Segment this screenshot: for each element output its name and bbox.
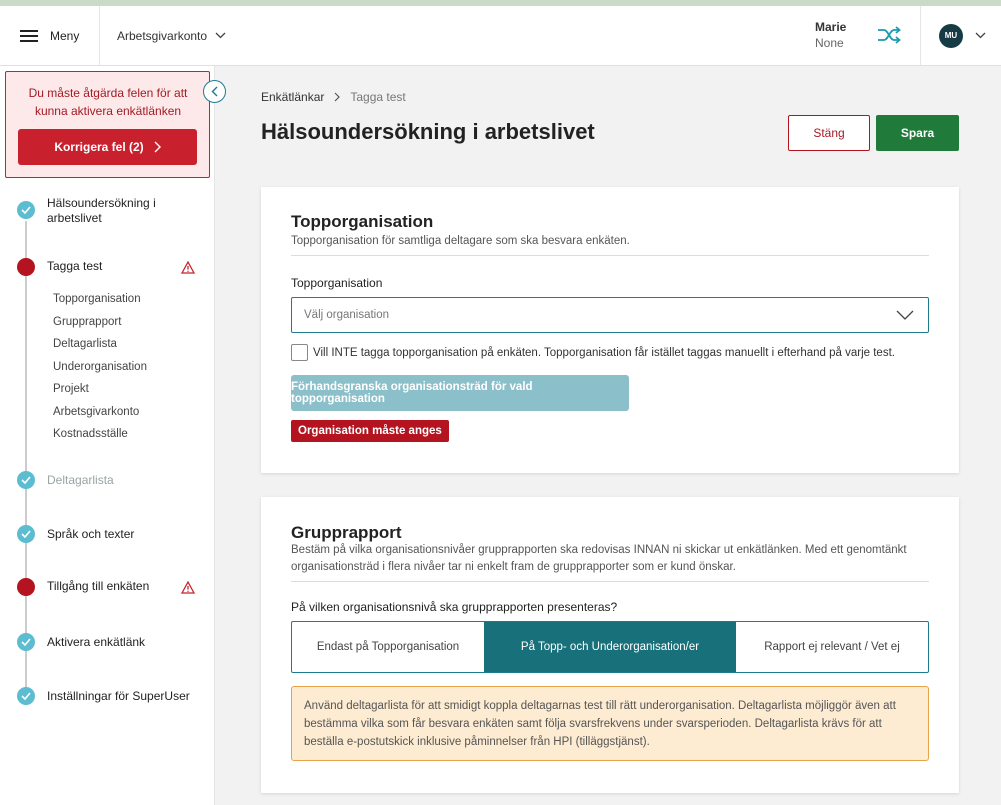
step-tillgang-till-enkaten[interactable]: Tillgång till enkäten: [47, 579, 149, 594]
account-label: Arbetsgivarkonto: [117, 28, 208, 43]
chevron-left-icon: [211, 86, 218, 97]
menu-label: Meny: [50, 28, 80, 43]
substep-kostnadsstalle[interactable]: Kostnadsställe: [53, 428, 128, 440]
save-button[interactable]: Spara: [876, 115, 959, 151]
hamburger-icon: [20, 29, 38, 42]
organisation-select-placeholder: Välj organisation: [304, 309, 390, 321]
deltagarlista-info-box: Använd deltagarlista för att smidigt kop…: [291, 686, 929, 761]
topporganisation-card: Topporganisation Topporganisation för sa…: [261, 187, 959, 473]
skip-topporganisation-row: Vill INTE tagga topporganisation på enkä…: [291, 344, 895, 361]
topporganisation-description: Topporganisation för samtliga deltagare …: [291, 235, 630, 247]
topporganisation-field-label: Topporganisation: [291, 276, 383, 290]
user-name: Marie: [815, 20, 847, 34]
step-error-icon: [17, 258, 35, 276]
warning-icon: [181, 581, 195, 594]
step-done-icon: [17, 471, 35, 489]
chevron-down-icon: [215, 32, 226, 39]
step-done-icon: [17, 633, 35, 651]
close-button[interactable]: Stäng: [788, 115, 870, 151]
step-done-icon: [17, 525, 35, 543]
step-halsoundersokning[interactable]: Hälsoundersökning i arbetslivet: [47, 196, 177, 226]
option-endast-topporganisation[interactable]: Endast på Topporganisation: [292, 622, 484, 672]
grupprapport-title: Grupprapport: [291, 523, 402, 542]
step-installningar-superuser[interactable]: Inställningar för SuperUser: [47, 689, 190, 704]
substep-projekt[interactable]: Projekt: [53, 383, 89, 395]
page-title: Hälsoundersökning i arbetslivet: [261, 119, 595, 144]
skip-topporganisation-checkbox[interactable]: [291, 344, 308, 361]
substep-underorganisation[interactable]: Underorganisation: [53, 361, 147, 373]
step-tagga-test[interactable]: Tagga test: [47, 259, 102, 274]
skip-topporganisation-label: Vill INTE tagga topporganisation på enkä…: [313, 346, 895, 359]
step-deltagarlista: Deltagarlista: [47, 473, 114, 487]
fix-errors-label: Korrigera fel (2): [54, 140, 144, 154]
option-rapport-ej-relevant[interactable]: Rapport ej relevant / Vet ej: [736, 622, 928, 672]
chevron-right-icon: [154, 141, 161, 153]
substep-grupprapport[interactable]: Grupprapport: [53, 316, 121, 328]
user-org: None: [815, 36, 844, 50]
substep-arbetsgivarkonto[interactable]: Arbetsgivarkonto: [53, 406, 139, 418]
validation-error-badge: Organisation måste anges: [291, 420, 449, 442]
divider: [291, 255, 929, 256]
step-error-icon: [17, 578, 35, 596]
step-sprak-och-texter[interactable]: Språk och texter: [47, 527, 134, 542]
grupprapport-question: På vilken organisationsnivå ska grupprap…: [291, 600, 618, 614]
chevron-down-icon: [896, 310, 914, 320]
organisation-select[interactable]: Välj organisation: [291, 297, 929, 333]
divider: [291, 581, 929, 582]
warning-icon: [181, 261, 195, 274]
step-done-icon: [17, 201, 35, 219]
menu-button[interactable]: Meny: [0, 6, 100, 65]
grupprapport-card: Grupprapport Bestäm på vilka organisatio…: [261, 497, 959, 793]
topporganisation-title: Topporganisation: [291, 212, 434, 231]
error-summary-box: Du måste åtgärda felen för att kunna akt…: [5, 71, 210, 178]
substep-topporganisation[interactable]: Topporganisation: [53, 293, 141, 305]
fix-errors-button[interactable]: Korrigera fel (2): [18, 129, 197, 165]
substep-deltagarlista[interactable]: Deltagarlista: [53, 338, 117, 350]
chevron-right-icon: [334, 92, 341, 102]
option-topp-och-underorganisation[interactable]: På Topp- och Underorganisation/er: [484, 622, 736, 672]
step-done-icon: [17, 687, 35, 705]
top-bar: Meny Arbetsgivarkonto Marie None MU: [0, 6, 1001, 66]
shuffle-icon[interactable]: [876, 24, 902, 46]
breadcrumb-current: Tagga test: [350, 90, 406, 104]
breadcrumb: Enkätlänkar Tagga test: [261, 90, 406, 104]
error-summary-text: Du måste åtgärda felen för att kunna akt…: [28, 86, 188, 118]
breadcrumb-enkatlankar[interactable]: Enkätlänkar: [261, 90, 324, 104]
preview-org-tree-button[interactable]: Förhandsgranska organisationsträd för va…: [291, 375, 629, 411]
user-menu-button[interactable]: MU: [920, 6, 1001, 65]
collapse-sidebar-button[interactable]: [203, 80, 226, 103]
main-content: Enkätlänkar Tagga test Hälsoundersökning…: [216, 66, 1001, 805]
report-level-selector: Endast på Topporganisation På Topp- och …: [291, 621, 929, 673]
chevron-down-icon: [975, 32, 986, 39]
sidebar: Du måste åtgärda felen för att kunna akt…: [0, 66, 226, 805]
account-dropdown[interactable]: Arbetsgivarkonto: [117, 6, 226, 65]
step-aktivera-enkatlank[interactable]: Aktivera enkätlänk: [47, 635, 145, 650]
grupprapport-description: Bestäm på vilka organisationsnivåer grup…: [291, 544, 907, 573]
avatar: MU: [939, 23, 963, 48]
step-connector-line: [25, 221, 27, 701]
user-info: Marie None: [815, 19, 846, 51]
